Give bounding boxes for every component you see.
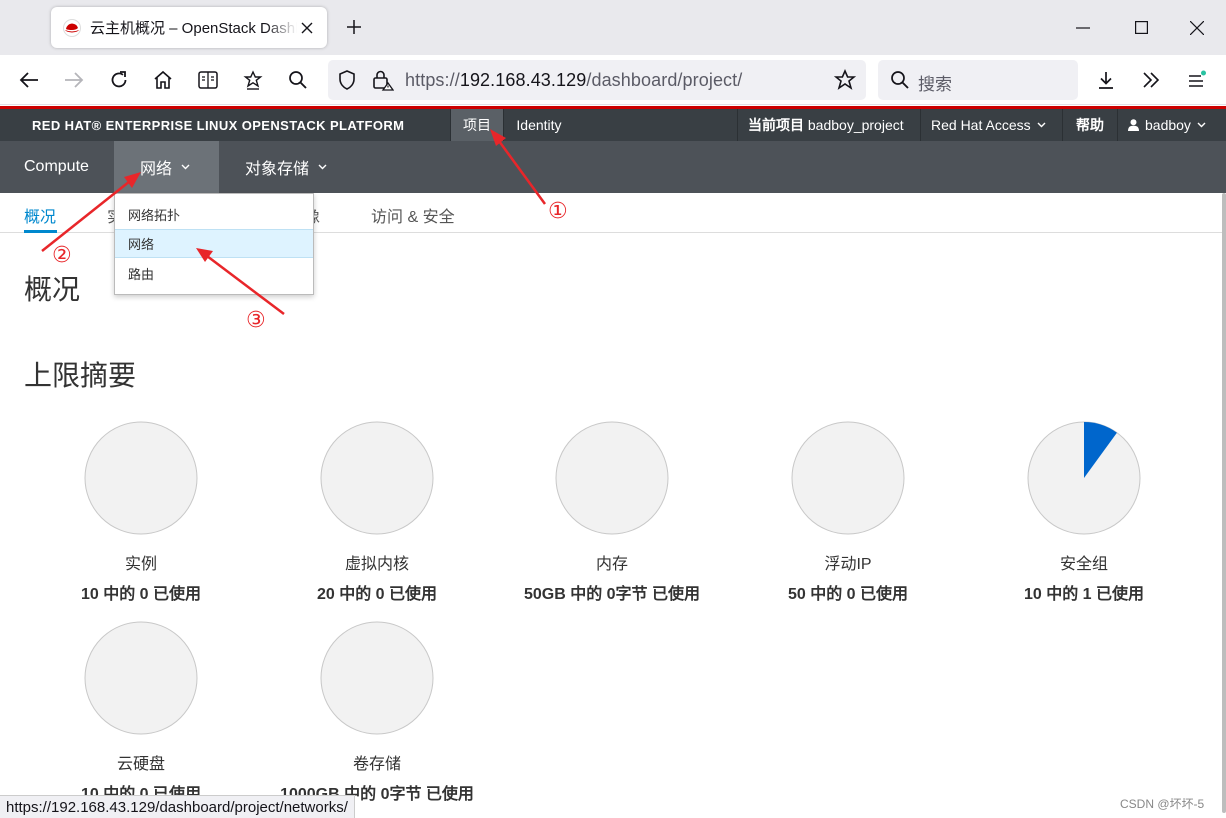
annotation-arrow-3 bbox=[206, 255, 285, 315]
link-status-bar: https://192.168.43.129/dashboard/project… bbox=[0, 795, 355, 818]
annotation-marker-2: ② bbox=[52, 242, 72, 267]
annotation-arrow-2 bbox=[41, 180, 131, 252]
annotation-arrow-1 bbox=[497, 140, 547, 205]
annotation-marker-1: ① bbox=[548, 198, 568, 223]
annotation-marker-3: ③ bbox=[246, 307, 266, 332]
watermark: CSDN @坏坏-5 bbox=[1120, 797, 1205, 811]
annotation-arrows bbox=[41, 129, 547, 315]
